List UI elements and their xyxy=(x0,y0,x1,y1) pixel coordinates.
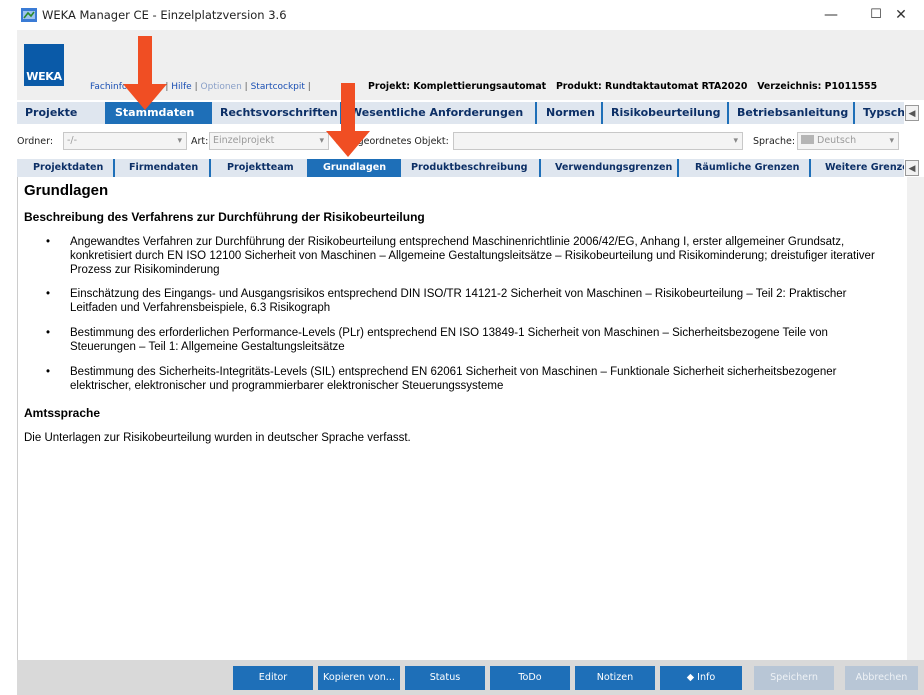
procedure-list: • Angewandtes Verfahren zur Durchführung … xyxy=(24,235,884,393)
highlight-arrow-stammdaten xyxy=(138,36,152,86)
section-heading-amtssprache: Amtssprache xyxy=(24,406,101,420)
status-button[interactable]: Status xyxy=(405,666,485,690)
list-item: • Angewandtes Verfahren zur Durchführung … xyxy=(46,236,875,276)
tab-verwendungsgrenzen[interactable]: Verwendungsgrenzen xyxy=(541,159,677,177)
notizen-button[interactable]: Notizen xyxy=(575,666,655,690)
speichern-button[interactable]: Speichern xyxy=(754,666,834,690)
editor-button[interactable]: Editor xyxy=(233,666,313,690)
ordner-select[interactable]: -/- ▾ xyxy=(63,132,187,150)
list-item: • Bestimmung des erforderlichen Performan… xyxy=(46,327,828,353)
tab-grundlagen[interactable]: Grundlagen xyxy=(309,159,399,177)
verzeichnis-name: P1011555 xyxy=(824,81,878,92)
tab-produktbeschreibung[interactable]: Produktbeschreibung xyxy=(401,159,539,177)
chevron-down-icon: ▾ xyxy=(733,136,738,146)
tab-weitere-grenzen[interactable]: Weitere Grenzen xyxy=(811,159,904,177)
tab-risikobeurteilung[interactable]: Risikobeurteilung xyxy=(603,102,727,124)
projekt-name: Komplettierungsautomat xyxy=(413,81,547,92)
sub-tabs: Projektdaten Firmendaten Projektteam Gru… xyxy=(17,159,904,177)
kopieren-button[interactable]: Kopieren von... xyxy=(318,666,400,690)
flag-icon xyxy=(801,135,814,144)
chevron-down-icon: ▾ xyxy=(889,136,894,146)
highlight-arrow-grundlagen xyxy=(341,83,355,133)
list-item: • Einschätzung des Eingangs- und Ausgangs… xyxy=(46,288,847,314)
tab-wesentliche-anforderungen[interactable]: Wesentliche Anforderungen xyxy=(342,102,535,124)
art-label: Art: xyxy=(191,136,209,147)
info-icon: ◆ xyxy=(686,672,698,683)
sprache-label: Sprache: xyxy=(753,136,796,147)
close-button[interactable]: ✕ xyxy=(878,0,924,30)
chevron-down-icon: ▾ xyxy=(177,136,182,146)
tab-rechtsvorschriften[interactable]: Rechtsvorschriften xyxy=(212,102,340,124)
tab-projektteam[interactable]: Projektteam xyxy=(211,159,307,177)
produkt-name: Rundtaktautomat RTA2020 xyxy=(605,81,748,92)
ordner-label: Ordner: xyxy=(17,136,54,147)
highlight-arrow-head-icon xyxy=(326,131,370,157)
chevron-down-icon: ▾ xyxy=(319,136,324,146)
vertical-scrollbar[interactable] xyxy=(907,177,924,660)
tab-normen[interactable]: Normen xyxy=(537,102,601,124)
window-title: WEKA Manager CE - Einzelplatzversion 3.6 xyxy=(42,8,287,22)
tab-raeumliche-grenzen[interactable]: Räumliche Grenzen xyxy=(679,159,809,177)
sprache-select[interactable]: Deutsch ▾ xyxy=(797,132,899,150)
tab-betriebsanleitung[interactable]: Betriebsanleitung xyxy=(729,102,853,124)
amtssprache-text: Die Unterlagen zur Risikobeurteilung wur… xyxy=(24,432,411,444)
project-info: Projekt: Komplettierungsautomat Produkt:… xyxy=(368,81,878,92)
tab-projekte[interactable]: Projekte xyxy=(17,102,105,124)
section-heading: Beschreibung des Verfahrens zur Durchfüh… xyxy=(24,210,425,224)
list-item: • Bestimmung des Sicherheits-Integritäts-… xyxy=(46,366,837,392)
objekt-select[interactable]: ▾ xyxy=(453,132,743,150)
art-select[interactable]: Einzelprojekt ▾ xyxy=(209,132,329,150)
minimize-button[interactable]: — xyxy=(808,0,854,30)
tab-projektdaten[interactable]: Projektdaten xyxy=(17,159,113,177)
todo-button[interactable]: ToDo xyxy=(490,666,570,690)
optionen-link: Optionen xyxy=(200,82,242,92)
sub-tabs-scroll-left-icon[interactable]: ◀ xyxy=(905,160,919,176)
highlight-arrow-head-icon xyxy=(123,84,167,110)
main-tabs-scroll-left-icon[interactable]: ◀ xyxy=(905,105,919,121)
abbrechen-button[interactable]: Abbrechen xyxy=(845,666,918,690)
filter-row: Ordner: -/- ▾ Art: Einzelprojekt ▾ Übergeo… xyxy=(17,131,924,153)
app-icon xyxy=(21,8,37,22)
page-title: Grundlagen xyxy=(24,182,109,199)
info-button[interactable]: ◆ Info xyxy=(660,666,742,690)
weka-logo: WEKA xyxy=(24,44,64,86)
hilfe-link[interactable]: Hilfe xyxy=(171,82,191,92)
tab-typschild[interactable]: Typschild xyxy=(855,102,904,124)
tab-firmendaten[interactable]: Firmendaten xyxy=(115,159,209,177)
startcockpit-link[interactable]: Startcockpit xyxy=(251,82,305,92)
